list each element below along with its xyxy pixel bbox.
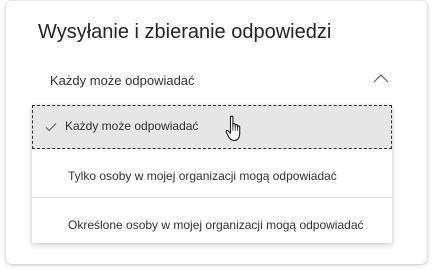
panel-title: Wysyłanie i zbieranie odpowiedzi (38, 21, 332, 43)
dropdown-selected-value: Każdy może odpowiadać (50, 73, 195, 88)
who-can-respond-dropdown[interactable]: Każdy może odpowiadać (38, 67, 396, 93)
option-specific-people-in-organization[interactable]: Określone osoby w mojej organizacji mogą… (32, 200, 392, 243)
option-divider (32, 197, 392, 198)
hand-cursor-icon (225, 115, 241, 142)
chevron-up-icon[interactable] (372, 71, 390, 85)
option-label: Każdy może odpowiadać (65, 119, 199, 133)
check-icon (45, 123, 57, 132)
option-only-my-organization[interactable]: Tylko osoby w mojej organizacji mogą odp… (32, 153, 392, 197)
option-label: Określone osoby w mojej organizacji mogą… (68, 218, 364, 232)
dropdown-options-list: Każdy może odpowiadać Tylko osoby w moje… (32, 105, 392, 243)
option-anyone-can-respond[interactable]: Każdy może odpowiadać (32, 105, 392, 149)
option-label: Tylko osoby w mojej organizacji mogą odp… (68, 169, 337, 183)
